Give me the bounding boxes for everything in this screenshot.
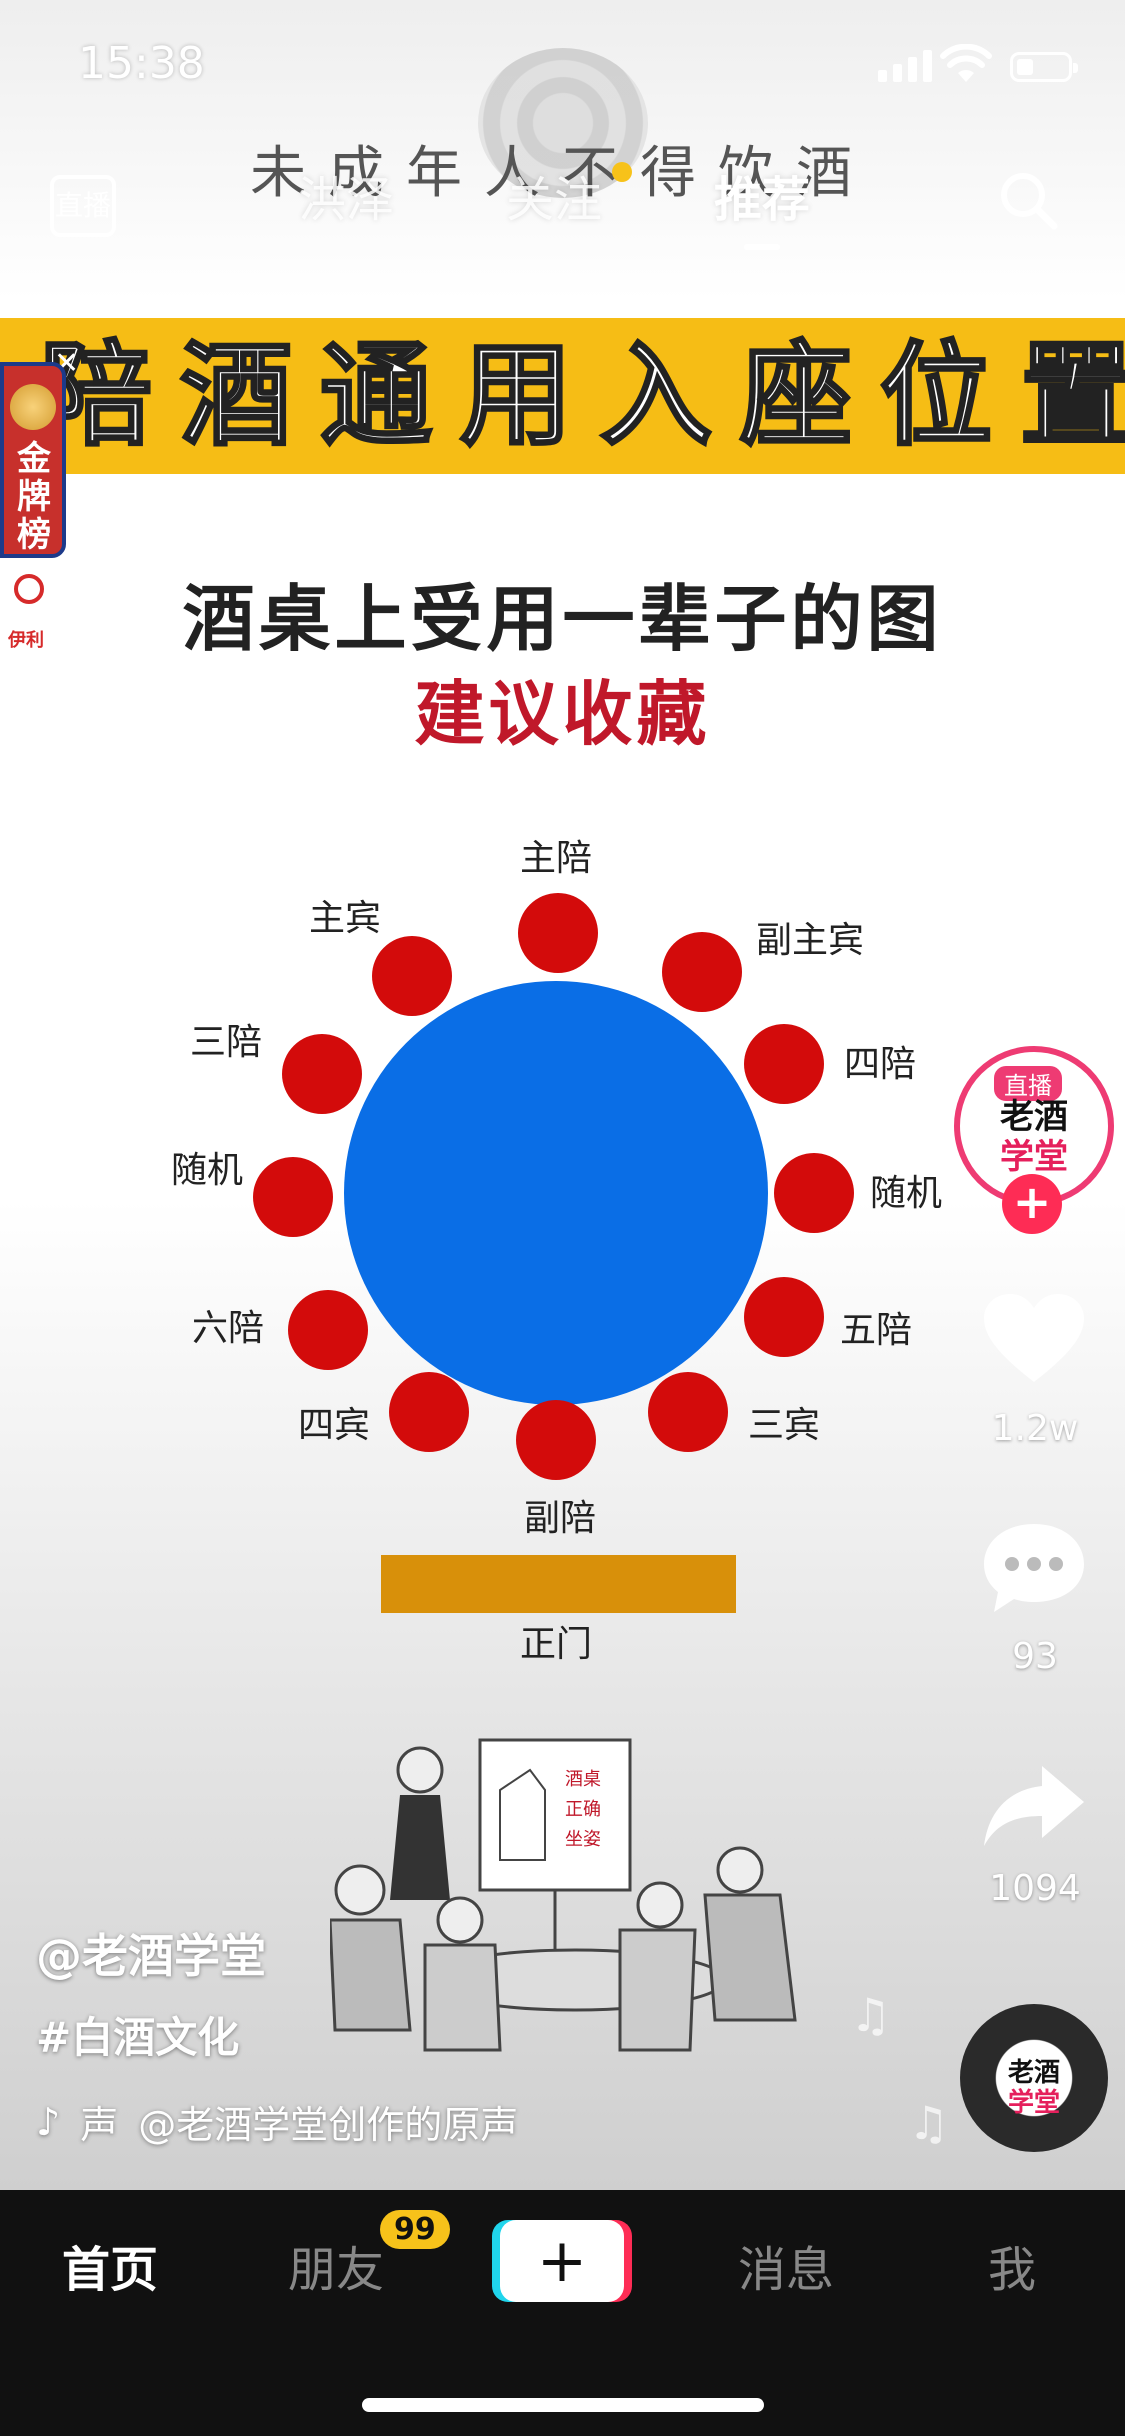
tab-following[interactable]: 关注 <box>506 160 602 230</box>
following-update-dot <box>612 162 632 182</box>
status-time: 15:38 <box>78 38 205 89</box>
board-line-1: 酒桌 <box>565 1769 601 1790</box>
gold-medal-icon <box>10 384 56 430</box>
meeting-cartoon-illustration: 酒桌 正确 坐姿 <box>330 1738 797 2052</box>
heart-icon[interactable] <box>978 1290 1090 1390</box>
music-disc[interactable]: 老酒 学堂 <box>960 2004 1108 2152</box>
top-tabs: 洪泽 关注 推荐 <box>0 160 1125 250</box>
hashtag-link[interactable]: #白酒文化 <box>36 2004 239 2065</box>
label-left3: 六陪 <box>192 1308 264 1349</box>
like-count: 1.2w <box>991 1408 1079 1449</box>
seat-top-right <box>662 932 742 1012</box>
tiktok-note-icon: ♪ <box>36 2099 61 2144</box>
seat-left2 <box>253 1157 333 1237</box>
round-table <box>344 981 768 1405</box>
seat-right3 <box>744 1277 824 1357</box>
seat-left3 <box>288 1290 368 1370</box>
seat-bottom-right <box>648 1372 728 1452</box>
music-marquee[interactable]: ♪ 声 @老酒学堂创作的原声 <box>36 2094 518 2149</box>
share-icon[interactable] <box>978 1756 1090 1856</box>
label-bottom: 副陪 <box>524 1498 596 1539</box>
label-door: 正门 <box>520 1624 592 1665</box>
cellular-signal-icon <box>878 48 932 82</box>
comment-count: 93 <box>1012 1636 1058 1677</box>
board-line-3: 坐姿 <box>565 1829 601 1850</box>
door-bar <box>381 1555 736 1613</box>
label-right1: 四陪 <box>844 1044 916 1085</box>
friends-badge: 99 <box>380 2210 450 2249</box>
label-bottom-left: 四宾 <box>298 1405 370 1446</box>
comment-icon[interactable] <box>978 1518 1090 1618</box>
seat-left1 <box>282 1034 362 1114</box>
tab-messages[interactable]: 消息 <box>738 2230 834 2300</box>
seat-top-left <box>372 936 452 1016</box>
seat-right2 <box>774 1153 854 1233</box>
author-handle[interactable]: @老酒学堂 <box>36 1920 266 1986</box>
music-title-tail: 声 <box>80 2103 119 2147</box>
follow-plus-button[interactable]: + <box>1002 1174 1062 1234</box>
seat-top <box>518 893 598 973</box>
label-top-left: 主宾 <box>309 898 381 939</box>
video-banner: 陪酒通用入座位置 <box>0 318 1125 474</box>
plus-icon: + <box>536 2226 588 2296</box>
banner-title: 陪酒通用入座位置 <box>39 331 1125 461</box>
tab-local[interactable]: 洪泽 <box>298 160 394 230</box>
board-line-2: 正确 <box>565 1799 601 1820</box>
create-post-button[interactable]: + <box>500 2220 624 2302</box>
seating-diagram: 主陪 主宾 副主宾 三陪 四陪 随机 随机 六陪 五陪 四宾 三宾 副陪 正门 <box>171 838 942 1665</box>
home-indicator <box>362 2398 764 2412</box>
seat-right1 <box>744 1024 824 1104</box>
music-title: @老酒学堂创作的原声 <box>138 2103 519 2147</box>
wifi-icon <box>940 44 992 82</box>
seat-bottom <box>516 1400 596 1480</box>
live-tag: 直播 <box>994 1066 1062 1101</box>
disc-label-line2: 学堂 <box>1007 2088 1060 2118</box>
tab-me[interactable]: 我 <box>988 2230 1036 2300</box>
search-icon[interactable] <box>996 168 1060 232</box>
label-top-right: 副主宾 <box>756 920 864 961</box>
label-right3: 五陪 <box>840 1310 912 1351</box>
label-left2: 随机 <box>171 1150 243 1191</box>
video-subheadline: 建议收藏 <box>414 673 711 755</box>
label-bottom-right: 三宾 <box>748 1405 820 1446</box>
seat-bottom-left <box>389 1372 469 1452</box>
avatar-name-line2: 学堂 <box>1000 1137 1068 1177</box>
tab-recommended[interactable]: 推荐 <box>714 160 810 250</box>
label-right2: 随机 <box>870 1173 942 1214</box>
music-note-icon: ♫ <box>850 1988 892 2042</box>
medal-board-label: 金牌榜 <box>17 439 51 555</box>
label-left1: 三陪 <box>190 1022 262 1063</box>
avatar-name-line1: 老酒 <box>1000 1097 1068 1137</box>
medal-board-widget[interactable]: 金牌榜 <box>0 362 66 558</box>
video-headline: 酒桌上受用一辈子的图 <box>182 577 943 661</box>
label-top: 主陪 <box>520 838 592 879</box>
music-note-icon: ♫ <box>908 2096 950 2150</box>
tab-home[interactable]: 首页 <box>62 2230 158 2300</box>
tab-friends[interactable]: 朋友 <box>288 2230 384 2300</box>
battery-icon <box>1010 52 1078 82</box>
share-count: 1094 <box>989 1868 1081 1909</box>
